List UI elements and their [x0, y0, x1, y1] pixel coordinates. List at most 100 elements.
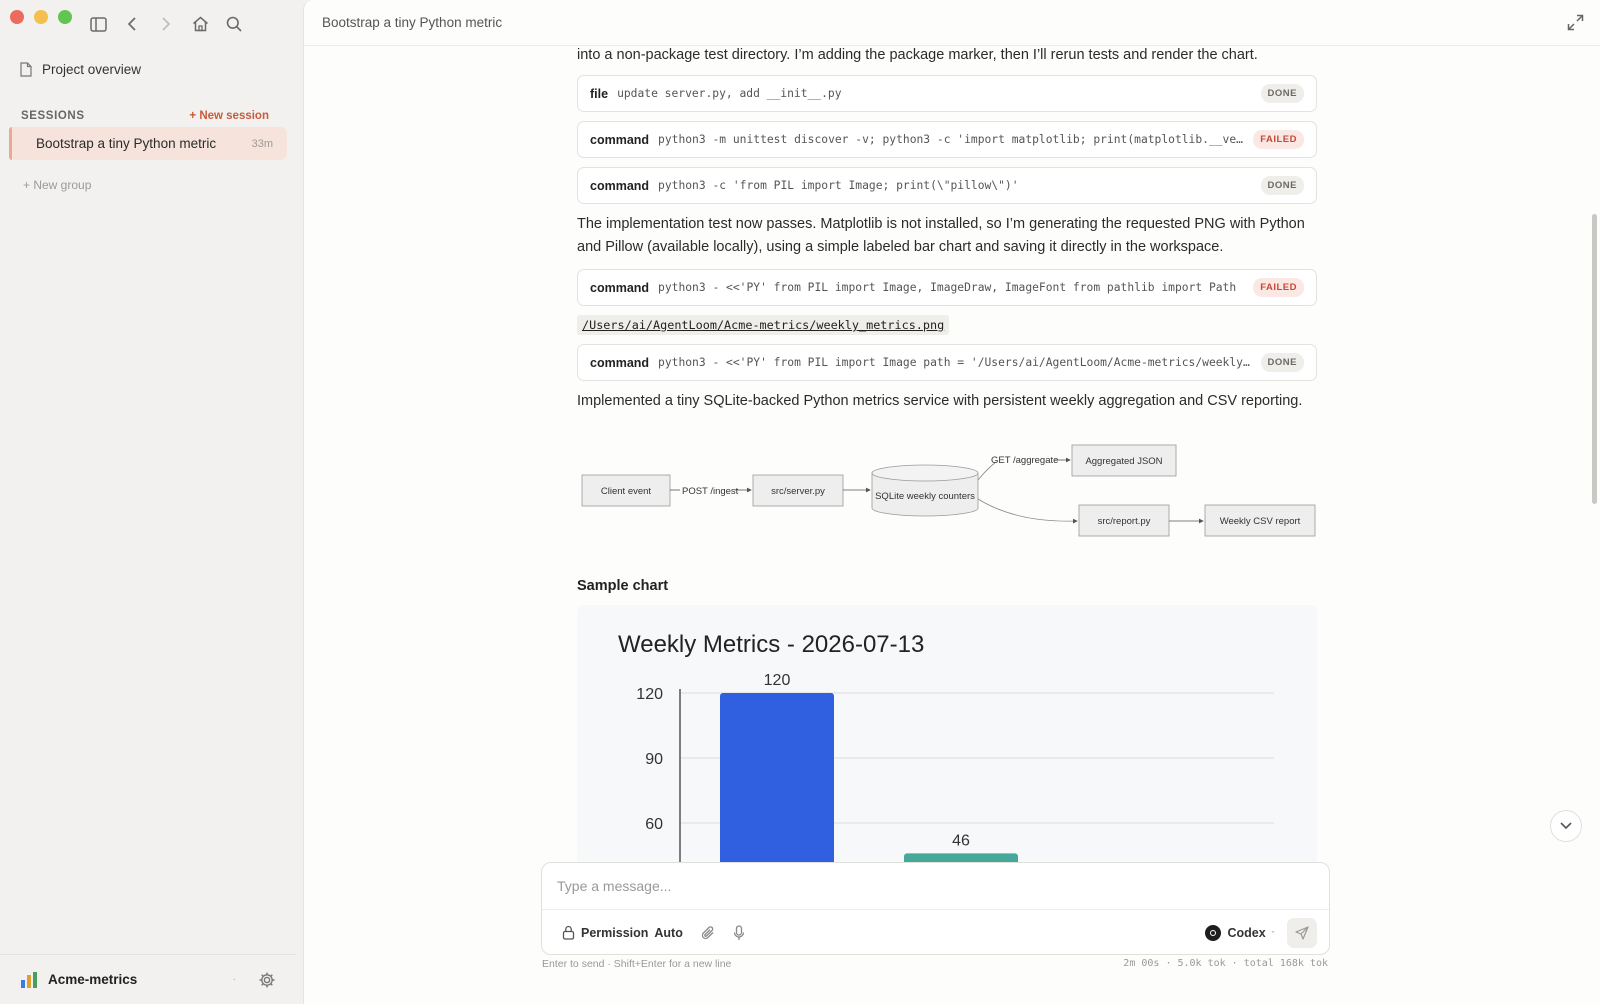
file-path-link[interactable]: /Users/ai/AgentLoom/Acme-metrics/weekly_… — [577, 315, 950, 335]
back-icon[interactable] — [122, 14, 142, 34]
project-overview-link[interactable]: Project overview — [20, 62, 141, 77]
top-toolbar — [88, 14, 244, 34]
model-selector[interactable]: Codex · — [1205, 924, 1275, 941]
chart-title: Weekly Metrics - 2026-07-13 — [618, 631, 924, 658]
sidebar: Project overview SESSIONS + New session … — [0, 0, 303, 1004]
workspace-name[interactable]: Acme-metrics — [48, 972, 137, 987]
new-session-button[interactable]: + New session — [189, 110, 269, 122]
status-badge: DONE — [1260, 353, 1304, 372]
voice-input-button[interactable] — [733, 924, 745, 941]
composer-hints: Enter to send · Shift+Enter for a new li… — [542, 958, 1328, 970]
paperclip-icon — [701, 925, 714, 939]
sample-chart-image: Weekly Metrics - 2026-07-13 120 90 60 120 46 — [577, 605, 1317, 877]
send-hint: Enter to send · Shift+Enter for a new li… — [542, 958, 732, 970]
search-icon[interactable] — [224, 14, 244, 34]
document-icon — [20, 62, 32, 77]
tool-call-file[interactable]: file update server.py, add __init__.py D… — [577, 75, 1317, 112]
diagram-label-server: src/server.py — [771, 486, 825, 497]
y-tick-label: 60 — [645, 816, 663, 833]
page-title: Bootstrap a tiny Python metric — [322, 15, 503, 30]
bar-chart: Weekly Metrics - 2026-07-13 120 90 60 120 46 — [618, 631, 1274, 877]
new-group-button[interactable]: + New group — [23, 178, 91, 192]
diagram-node-sqlite-top — [871, 464, 979, 482]
gear-icon[interactable] — [258, 971, 276, 989]
chevron-down-icon — [1560, 822, 1572, 830]
tool-call-command[interactable]: command python3 -c 'from PIL import Imag… — [577, 167, 1317, 204]
lock-icon — [562, 925, 575, 940]
session-active-indicator — [9, 127, 12, 160]
diagram-label-report: src/report.py — [1098, 516, 1151, 527]
bar-value-label: 46 — [952, 832, 970, 849]
attach-button[interactable] — [701, 925, 715, 941]
composer: Type a message... Permission Auto Codex … — [541, 862, 1330, 955]
tool-kind: command — [590, 280, 650, 295]
tool-command: python3 - <<'PY' from PIL import Image p… — [658, 356, 1251, 369]
assistant-summary: Implemented a tiny SQLite-backed Python … — [577, 393, 1303, 409]
composer-toolbar: Permission Auto Codex · — [542, 910, 1329, 955]
scroll-to-bottom-button[interactable] — [1550, 810, 1582, 842]
sidebar-item-session[interactable]: Bootstrap a tiny Python metric 33m — [9, 127, 287, 160]
workspace-status-dot: · — [232, 974, 236, 985]
y-tick-label: 90 — [645, 751, 663, 768]
zoom-window-button[interactable] — [58, 10, 72, 24]
diagram-label-get-aggregate: GET /aggregate — [991, 455, 1058, 466]
codex-icon — [1205, 924, 1222, 941]
project-overview-label: Project overview — [42, 62, 142, 77]
close-window-button[interactable] — [10, 10, 24, 24]
tool-command: python3 - <<'PY' from PIL import Image, … — [658, 281, 1237, 294]
status-badge: FAILED — [1253, 130, 1304, 149]
tool-call-command[interactable]: command python3 -m unittest discover -v;… — [577, 121, 1317, 158]
diagram-label-weekly-csv: Weekly CSV report — [1220, 516, 1301, 527]
transcript: into a non-package test directory. I’m a… — [577, 46, 1317, 877]
path-row: /Users/ai/AgentLoom/Acme-metrics/weekly_… — [577, 315, 1317, 335]
y-tick-label: 120 — [636, 686, 663, 703]
tool-call-command[interactable]: command python3 - <<'PY' from PIL import… — [577, 344, 1317, 381]
bar-chart-icon — [21, 971, 37, 988]
send-button[interactable] — [1287, 917, 1317, 948]
sessions-header: SESSIONS + New session — [21, 110, 269, 122]
bar-value-label: 120 — [764, 672, 791, 689]
sample-chart-heading: Sample chart — [577, 578, 669, 594]
status-badge: DONE — [1260, 176, 1304, 195]
session-age: 33m — [251, 137, 273, 150]
session-title: Bootstrap a tiny Python metric — [36, 136, 217, 151]
window-controls — [10, 10, 72, 24]
permission-value: Auto — [654, 925, 683, 940]
microphone-icon — [733, 924, 745, 940]
home-icon[interactable] — [190, 14, 210, 34]
sessions-label: SESSIONS — [21, 110, 85, 122]
tool-command: python3 -c 'from PIL import Image; print… — [658, 179, 1019, 192]
assistant-message: into a non-package test directory. I’m a… — [577, 47, 1258, 63]
workspace-footer: Acme-metrics · — [0, 954, 296, 1004]
model-menu-dot: · — [1271, 927, 1275, 938]
model-name: Codex — [1227, 925, 1266, 940]
expand-icon[interactable] — [1567, 14, 1584, 31]
permission-selector[interactable]: Permission Auto — [562, 925, 683, 940]
assistant-message: The implementation test now passes. Matp… — [577, 216, 1305, 255]
tool-kind: command — [590, 132, 650, 147]
tool-command: python3 -m unittest discover -v; python3… — [658, 133, 1244, 146]
main-header: Bootstrap a tiny Python metric — [304, 0, 1600, 46]
diagram-label-sqlite: SQLite weekly counters — [875, 491, 975, 502]
diagram-label-aggregated-json: Aggregated JSON — [1085, 456, 1162, 467]
permission-label: Permission — [581, 925, 649, 940]
minimize-window-button[interactable] — [34, 10, 48, 24]
status-badge: FAILED — [1253, 278, 1304, 297]
status-badge: DONE — [1260, 84, 1304, 103]
bar — [720, 693, 834, 877]
message-input[interactable]: Type a message... — [542, 863, 1329, 910]
main-panel: Bootstrap a tiny Python metric into a no… — [303, 0, 1600, 1004]
forward-icon[interactable] — [156, 14, 176, 34]
tool-kind: command — [590, 355, 650, 370]
diagram-edge — [977, 498, 1078, 524]
diagram-label-client-event: Client event — [601, 486, 652, 497]
send-icon — [1295, 925, 1309, 940]
tool-kind: file — [590, 86, 609, 101]
tool-kind: command — [590, 178, 650, 193]
architecture-diagram: Client event POST /ingest src/server.py … — [581, 444, 1316, 537]
scrollbar[interactable] — [1592, 214, 1597, 504]
tool-command: update server.py, add __init__.py — [617, 87, 842, 100]
sidebar-toggle-icon[interactable] — [88, 14, 108, 34]
usage-stats: 2m 00s · 5.0k tok · total 168k tok — [1123, 958, 1328, 969]
tool-call-command[interactable]: command python3 - <<'PY' from PIL import… — [577, 269, 1317, 306]
